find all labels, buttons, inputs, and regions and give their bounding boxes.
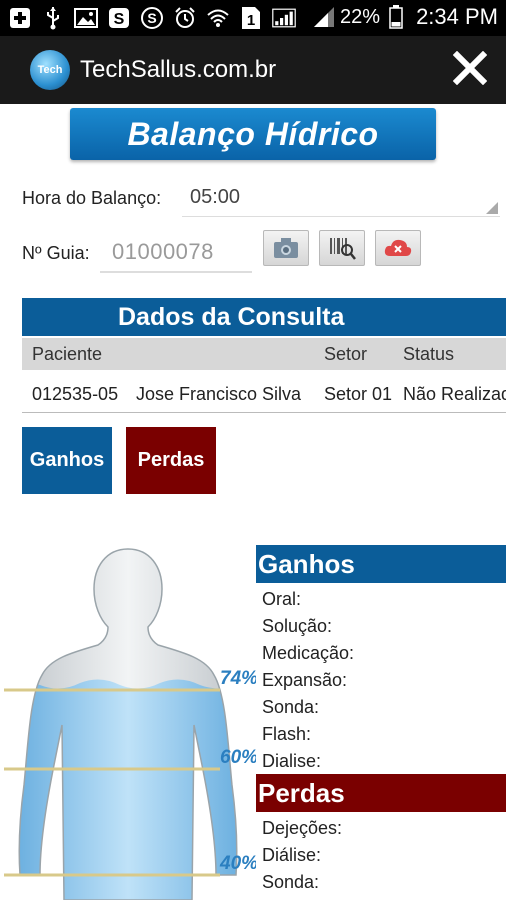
ganhos-item-solucao: Solução:: [262, 616, 333, 636]
perdas-item-dejecoes: Dejeções:: [262, 818, 343, 838]
column-paciente: Paciente: [32, 344, 103, 364]
ganhos-item-oral: Oral:: [262, 589, 302, 609]
clock: 2:34 PM: [416, 4, 498, 29]
skype-icon: S: [140, 6, 164, 30]
perdas-item-sonda: Sonda:: [262, 872, 320, 892]
perdas-button[interactable]: Perdas: [126, 427, 216, 494]
usb-icon: [41, 6, 65, 30]
battery-percent: 22%: [340, 5, 381, 28]
level-label-74: 74%: [220, 668, 256, 689]
barcode-scan-button[interactable]: [319, 230, 365, 266]
hora-spinner[interactable]: 05:00: [182, 180, 500, 217]
perdas-panel-title: Perdas: [258, 778, 345, 808]
cell-paciente: 012535-05: [32, 384, 119, 404]
table-row[interactable]: 012535-05 Jose Francisco Silva Setor 01 …: [22, 374, 506, 413]
guia-input[interactable]: 01000078: [100, 233, 252, 273]
app-s-icon: S: [107, 6, 131, 30]
perdas-item-dialise: Diálise:: [262, 845, 322, 865]
column-setor: Setor: [324, 344, 368, 364]
close-button[interactable]: [450, 48, 490, 88]
ganhos-item-expansao: Expansão:: [262, 670, 348, 690]
delete-button[interactable]: [375, 230, 421, 266]
hora-label: Hora do Balanço:: [22, 188, 162, 208]
ganhos-panel-header: Ganhos: [256, 545, 506, 583]
body-figure-illustration: 74% 60% 40%: [4, 548, 256, 900]
camera-icon: [274, 238, 298, 258]
ganhos-item-medicacao: Medicação:: [262, 643, 355, 663]
svg-text:S: S: [147, 10, 156, 26]
guia-label: Nº Guia:: [22, 243, 90, 263]
ganhos-panel-title: Ganhos: [258, 549, 355, 579]
cell-setor: Setor 01: [324, 384, 393, 404]
level-label-60: 60%: [220, 747, 256, 768]
status-bar: S S 1 22% 2:34 PM: [0, 0, 506, 36]
consulta-title: Dados da Consulta: [118, 303, 345, 331]
close-icon: [453, 51, 487, 85]
ganhos-button[interactable]: Ganhos: [22, 427, 112, 494]
system-status: 22% 2:34 PM: [312, 4, 498, 30]
action-bar: Tech TechSallus.com.br: [0, 36, 506, 104]
consulta-header: Dados da Consulta: [22, 298, 506, 336]
level-label-40: 40%: [219, 853, 256, 874]
wifi-icon: [206, 6, 230, 30]
cell-status: Não Realizado: [403, 384, 506, 404]
spinner-arrow-icon: [486, 202, 498, 214]
signal-icon: [272, 6, 296, 30]
guia-value: 01000078: [112, 239, 214, 264]
cloud-delete-icon: [384, 239, 412, 256]
notification-icons: S S 1: [8, 6, 296, 30]
table-header: Paciente Setor Status: [22, 338, 506, 370]
image-icon: [74, 6, 98, 30]
alarm-icon: [173, 6, 197, 30]
svg-text:1: 1: [247, 12, 255, 29]
page-title: Balanço Hídrico: [127, 115, 379, 152]
svg-text:S: S: [114, 11, 125, 28]
app-logo: Tech: [30, 50, 70, 90]
perdas-panel-header: Perdas: [256, 774, 506, 812]
ganhos-item-flash: Flash:: [262, 724, 312, 744]
barcode-search-icon: [330, 238, 356, 260]
app-title: TechSallus.com.br: [80, 56, 277, 83]
battery-icon: [384, 5, 408, 29]
signal-strength-icon: [312, 5, 336, 29]
column-status: Status: [403, 344, 455, 364]
ganhos-item-dialise: Dialise:: [262, 751, 322, 771]
body-water-figure: 74% 60% 40%: [0, 545, 256, 900]
ganhos-item-sonda: Sonda:: [262, 697, 320, 717]
sim-1-icon: 1: [239, 6, 263, 30]
cell-nome: Jose Francisco Silva: [136, 384, 302, 404]
hora-value: 05:00: [190, 186, 241, 208]
page-title-banner: Balanço Hídrico: [70, 108, 436, 160]
add-icon: [8, 6, 32, 30]
camera-button[interactable]: [263, 230, 309, 266]
